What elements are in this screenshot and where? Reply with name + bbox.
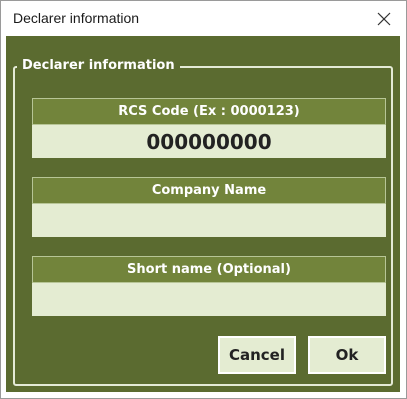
groupbox-legend: Declarer information: [17, 56, 180, 76]
dialog-window: Declarer information Declarer informatio…: [0, 0, 407, 399]
rcs-code-input[interactable]: [32, 125, 386, 158]
close-button[interactable]: [362, 1, 406, 36]
close-icon: [377, 12, 391, 25]
window-title: Declarer information: [13, 10, 140, 26]
cancel-button[interactable]: Cancel: [218, 336, 296, 374]
rcs-code-label: RCS Code (Ex : 0000123): [32, 98, 386, 125]
short-name-label: Short name (Optional): [32, 256, 386, 283]
company-name-input[interactable]: [32, 204, 386, 237]
company-name-label: Company Name: [32, 177, 386, 204]
title-bar: Declarer information: [1, 1, 406, 36]
dialog-body: Declarer information RCS Code (Ex : 0000…: [6, 36, 400, 392]
short-name-input[interactable]: [32, 283, 386, 316]
ok-button[interactable]: Ok: [308, 336, 386, 374]
